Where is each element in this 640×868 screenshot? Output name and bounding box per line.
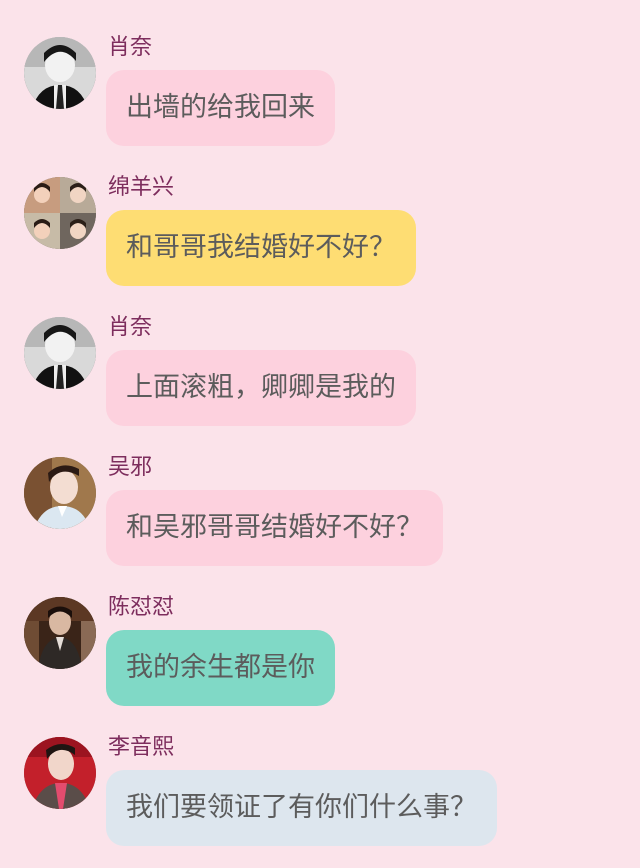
avatar[interactable] xyxy=(24,597,96,669)
message-bubble[interactable]: 我的余生都是你 xyxy=(106,630,335,706)
avatar-man-light-shirt-icon xyxy=(24,457,96,529)
sender-name: 陈怼怼 xyxy=(108,595,175,620)
message-bubble[interactable]: 我们要领证了有你们什么事？ xyxy=(106,770,497,846)
sender-name: 李音熙 xyxy=(108,735,175,760)
message-bubble[interactable]: 上面滚粗，卿卿是我的 xyxy=(106,350,416,426)
sender-name: 肖奈 xyxy=(108,315,153,340)
avatar-man-collage-icon xyxy=(24,177,96,249)
message-bubble[interactable]: 和哥哥我结婚好不好？ xyxy=(106,210,416,286)
sender-name: 吴邪 xyxy=(108,455,153,480)
message-bubble[interactable]: 和吴邪哥哥结婚好不好？ xyxy=(106,490,443,566)
sender-name: 肖奈 xyxy=(108,35,153,60)
avatar[interactable] xyxy=(24,177,96,249)
avatar[interactable] xyxy=(24,737,96,809)
avatar[interactable] xyxy=(24,457,96,529)
avatar-man-red-background-icon xyxy=(24,737,96,809)
avatar-man-black-white-icon xyxy=(24,317,96,389)
avatar-man-black-white-icon xyxy=(24,37,96,109)
avatar-man-uniform-icon xyxy=(24,597,96,669)
sender-name: 绵羊兴 xyxy=(108,175,175,200)
avatar[interactable] xyxy=(24,317,96,389)
avatar[interactable] xyxy=(24,37,96,109)
message-bubble[interactable]: 出墙的给我回来 xyxy=(106,70,335,146)
chat-message-list: 肖奈 出墙的给我回来 绵羊兴 和哥哥我结婚好不好？ 肖奈 上面滚粗，卿卿是我的 … xyxy=(0,0,640,868)
